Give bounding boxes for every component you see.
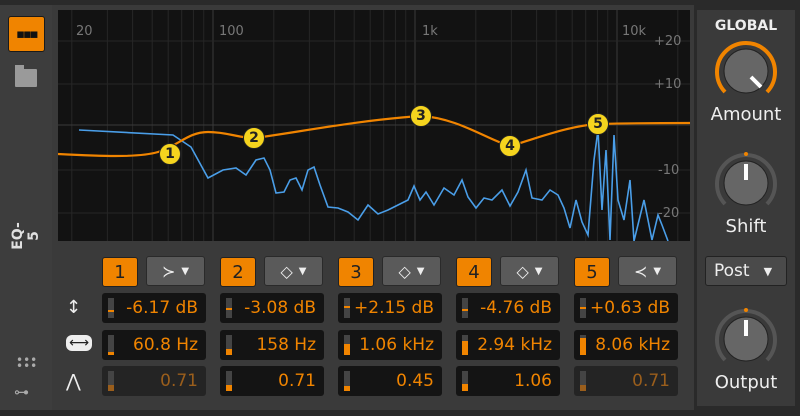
- frequency-field[interactable]: 60.8 Hz: [102, 330, 206, 360]
- q-field[interactable]: 0.71: [574, 366, 678, 396]
- q-value: 0.71: [632, 371, 670, 391]
- band-handle-4[interactable]: 4: [499, 135, 521, 157]
- gain-value: +0.63 dB: [590, 298, 670, 318]
- eq-graph[interactable]: 20 100 1k 10k +20 +10 -10 -20 1 2 3 4 5: [58, 10, 690, 241]
- frequency-value: 1.06 kHz: [359, 335, 434, 355]
- q-value: 1.06: [514, 371, 552, 391]
- mode-value: Post: [714, 261, 750, 281]
- freq-label: 1k: [422, 24, 438, 39]
- band-type-dropdown[interactable]: ≺ ▼: [618, 256, 677, 286]
- db-label: -10: [658, 163, 680, 178]
- band-enable-button[interactable]: 3: [338, 257, 374, 287]
- chevron-down-icon: ▼: [181, 265, 190, 277]
- eq-display-icon[interactable]: ▪▪▪: [8, 16, 45, 52]
- output-label: Output: [714, 372, 778, 393]
- frequency-value: 2.94 kHz: [477, 335, 552, 355]
- q-value: 0.45: [396, 371, 434, 391]
- frequency-value: 60.8 Hz: [133, 335, 198, 355]
- frequency-value: 8.06 kHz: [595, 335, 670, 355]
- low-cut-icon: ≻: [161, 261, 176, 281]
- global-panel: GLOBAL Amount Shift Post ▼ Output: [697, 10, 795, 406]
- chevron-down-icon: ▼: [653, 265, 662, 277]
- frequency-icon: ⟷: [66, 335, 93, 351]
- output-knob[interactable]: [715, 308, 777, 370]
- q-field[interactable]: 0.45: [338, 366, 442, 396]
- band-handle-1[interactable]: 1: [159, 143, 181, 165]
- band-controls: ↕ ⟷ ⋀ 1 ≻ ▼ -6.17 dB 60.8 Hz 0.71 2 ◇ ▼ -3.…: [58, 245, 690, 405]
- frequency-field[interactable]: 2.94 kHz: [456, 330, 560, 360]
- amount-knob[interactable]: [715, 40, 777, 102]
- bell-icon: ◇: [516, 261, 529, 281]
- q-icon: ⋀: [66, 371, 81, 392]
- band-enable-button[interactable]: 4: [456, 257, 492, 287]
- shift-label: Shift: [725, 216, 767, 237]
- freq-label: 100: [219, 24, 244, 39]
- q-value: 0.71: [160, 371, 198, 391]
- q-field[interactable]: 0.71: [220, 366, 324, 396]
- band-enable-button[interactable]: 2: [220, 257, 256, 287]
- gain-value: +2.15 dB: [354, 298, 434, 318]
- gain-value: -4.76 dB: [480, 298, 552, 318]
- chevron-down-icon: ▼: [534, 265, 543, 277]
- gain-field[interactable]: -4.76 dB: [456, 293, 560, 323]
- mode-dropdown[interactable]: Post ▼: [705, 256, 787, 286]
- gain-field[interactable]: +2.15 dB: [338, 293, 442, 323]
- frequency-field[interactable]: 1.06 kHz: [338, 330, 442, 360]
- q-field[interactable]: 1.06: [456, 366, 560, 396]
- band-type-dropdown[interactable]: ◇ ▼: [264, 256, 323, 286]
- bell-icon: ◇: [280, 261, 293, 281]
- gain-field[interactable]: +0.63 dB: [574, 293, 678, 323]
- gain-value: -6.17 dB: [126, 298, 198, 318]
- chevron-down-icon: ▼: [416, 265, 425, 277]
- q-value: 0.71: [278, 371, 316, 391]
- db-label: +10: [654, 77, 682, 92]
- bell-icon: ◇: [398, 261, 411, 281]
- key-icon[interactable]: ⊶: [14, 383, 29, 401]
- db-label: -20: [658, 206, 680, 221]
- device-name: EQ-5: [10, 222, 42, 250]
- band-enable-button[interactable]: 5: [574, 257, 610, 287]
- frequency-field[interactable]: 158 Hz: [220, 330, 324, 360]
- db-label: +20: [654, 34, 682, 49]
- freq-label: 10k: [622, 24, 647, 39]
- chevron-down-icon: ▼: [298, 265, 307, 277]
- amount-label: Amount: [710, 104, 782, 125]
- frequency-field[interactable]: 8.06 kHz: [574, 330, 678, 360]
- band-handle-2[interactable]: 2: [243, 127, 265, 149]
- device-strip: ▪▪▪ EQ-5 ••• ••• ⊶: [0, 5, 52, 410]
- grid-dots-icon[interactable]: ••• •••: [16, 354, 37, 372]
- gain-value: -3.08 dB: [244, 298, 316, 318]
- gain-field[interactable]: -6.17 dB: [102, 293, 206, 323]
- chevron-down-icon: ▼: [763, 264, 773, 278]
- band-type-dropdown[interactable]: ◇ ▼: [500, 256, 559, 286]
- band-enable-button[interactable]: 1: [102, 257, 138, 287]
- frequency-value: 158 Hz: [256, 335, 316, 355]
- freq-label: 20: [76, 24, 93, 39]
- band-type-dropdown[interactable]: ≻ ▼: [146, 256, 205, 286]
- shift-knob[interactable]: [715, 152, 777, 214]
- high-cut-icon: ≺: [633, 261, 648, 281]
- band-type-dropdown[interactable]: ◇ ▼: [382, 256, 441, 286]
- band-handle-5[interactable]: 5: [587, 113, 609, 135]
- gain-icon: ↕: [66, 297, 82, 318]
- band-handle-3[interactable]: 3: [410, 105, 432, 127]
- q-field[interactable]: 0.71: [102, 366, 206, 396]
- global-title: GLOBAL: [714, 18, 778, 34]
- folder-icon[interactable]: [15, 65, 37, 87]
- gain-field[interactable]: -3.08 dB: [220, 293, 324, 323]
